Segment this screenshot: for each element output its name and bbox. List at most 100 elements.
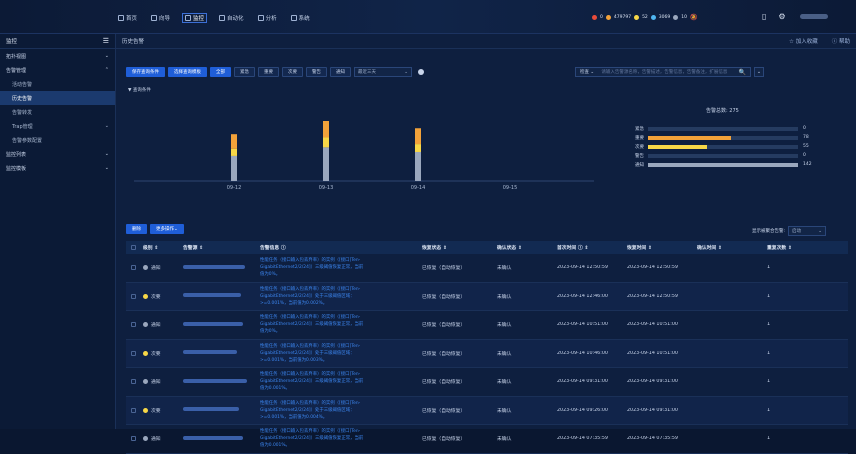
- column-source[interactable]: 告警源 ⇕: [180, 244, 257, 251]
- redacted-source[interactable]: [183, 321, 243, 326]
- row-checkbox[interactable]: [130, 350, 136, 356]
- alarm-info-link[interactable]: 性能任务（接口输入包丢弃率）的实例（[接口]Ten- GigabitEtherne…: [257, 428, 419, 449]
- sidebar-item-alarm-params[interactable]: 告警参数配置: [0, 133, 115, 147]
- query-conditions-toggle[interactable]: ▼ 查询条件: [128, 87, 151, 93]
- nav-monitor[interactable]: 监控: [182, 13, 208, 23]
- alarm-status-counters[interactable]: 0 479797 52 3069 10 🔕: [592, 14, 697, 21]
- row-checkbox[interactable]: [130, 407, 136, 413]
- legend-value: 142: [803, 162, 812, 167]
- table-row[interactable]: 次要 性能任务（接口输入包丢弃率）的实例（[接口]Ten- GigabitEther…: [126, 339, 848, 368]
- nav-system[interactable]: 系统: [289, 13, 312, 23]
- redacted-source[interactable]: [183, 350, 237, 355]
- nav-home[interactable]: 首页: [116, 13, 139, 23]
- help-question-icon[interactable]: [418, 69, 424, 75]
- more-actions-button[interactable]: 更多操作 ⌄: [150, 224, 184, 234]
- help-link[interactable]: ⓘ 帮助: [832, 37, 850, 45]
- notice-count: 10: [681, 15, 687, 20]
- bar-segment-09-12[interactable]: [231, 134, 237, 149]
- row-checkbox[interactable]: [130, 322, 136, 328]
- save-query-button[interactable]: 保存查询条件: [126, 67, 165, 77]
- time-range-select[interactable]: 最近三天 ⌄: [354, 67, 412, 77]
- sidebar-item-trap[interactable]: Trap管理 ⌄: [0, 119, 115, 133]
- table-row[interactable]: 次要 性能任务（接口输入包丢弃率）的实例（[接口]Ten- GigabitEther…: [126, 282, 848, 311]
- alarm-info-link[interactable]: 性能任务（接口输入包丢弃率）的实例（[接口]Ten- GigabitEtherne…: [257, 343, 419, 364]
- sidebar-item-alarm-forward[interactable]: 告警转发: [0, 105, 115, 119]
- sidebar-item-monitor-template[interactable]: 监控模板 ⌄: [0, 161, 115, 175]
- collapse-menu-icon[interactable]: ☰: [103, 37, 109, 45]
- row-checkbox[interactable]: [130, 293, 136, 299]
- table-row[interactable]: 通知 性能任务（接口输入包丢弃率）的实例（[接口]Ten- GigabitEther…: [126, 311, 848, 340]
- severity-all-button[interactable]: 全部: [210, 67, 231, 77]
- bar-segment-09-13[interactable]: [323, 147, 329, 181]
- search-icon[interactable]: 🔍: [739, 69, 746, 76]
- column-info[interactable]: 告警信息 ⓘ: [257, 244, 419, 251]
- table-row[interactable]: 通知 性能任务（接口输入包丢弃率）的实例（[接口]Ten- GigabitEther…: [126, 368, 848, 397]
- table-row[interactable]: 通知 性能任务（接口输入包丢弃率）的实例（[接口]Ten- GigabitEther…: [126, 425, 848, 454]
- search-scope-select[interactable]: 检查 ⌄: [580, 69, 594, 75]
- delete-button[interactable]: 删除: [126, 224, 147, 234]
- checkbox[interactable]: [130, 245, 136, 250]
- bar-segment-09-14[interactable]: [415, 151, 421, 181]
- column-recovery-time[interactable]: 恢复时间 ⇕: [624, 244, 694, 251]
- alarm-info-line: 性能任务（接口输入包丢弃率）的实例（[接口]Ten-: [260, 429, 361, 435]
- add-favorite-link[interactable]: ☆ 加入收藏: [789, 37, 818, 45]
- aggregate-select[interactable]: 启动 ⌄: [788, 226, 827, 236]
- legend-row: 次要 55: [624, 142, 844, 151]
- gear-icon[interactable]: ⚙: [778, 12, 785, 21]
- table-row[interactable]: 通知 性能任务（接口输入包丢弃率）的实例（[接口]Ten- GigabitEther…: [126, 254, 848, 283]
- recovery-time: 2023-09-14 12:50:59: [627, 293, 678, 299]
- redacted-source[interactable]: [183, 293, 241, 298]
- column-recovery-status[interactable]: 恢复状态 ⇕: [419, 244, 494, 251]
- severity-notice-button[interactable]: 通知: [330, 67, 351, 77]
- sidebar-item-topology[interactable]: 拓扑视图 ⌄: [0, 49, 115, 63]
- row-checkbox[interactable]: [130, 265, 136, 271]
- sidebar-item-alarm-management[interactable]: 告警管理 ⌃: [0, 63, 115, 77]
- bar-segment-09-13[interactable]: [323, 137, 329, 148]
- select-all-checkbox[interactable]: [126, 245, 140, 250]
- repeat-count: 1: [767, 322, 771, 328]
- alarm-info-link[interactable]: 性能任务（接口输入包丢弃率）的实例（[接口]Ten- GigabitEtherne…: [257, 314, 419, 335]
- row-checkbox[interactable]: [130, 436, 136, 442]
- column-ack-status[interactable]: 确认状态 ⇕: [494, 244, 554, 251]
- document-icon[interactable]: ▯: [762, 12, 766, 21]
- major-dot-icon: [605, 15, 611, 20]
- alarm-info-link[interactable]: 性能任务（接口输入包丢弃率）的实例（[接口]Ten- GigabitEtherne…: [257, 257, 419, 278]
- nav-guide[interactable]: 向导: [149, 13, 172, 23]
- alarm-info-link[interactable]: 性能任务（接口输入包丢弃率）的实例（[接口]Ten- GigabitEtherne…: [257, 371, 419, 392]
- nav-automation[interactable]: 自动化: [217, 13, 246, 23]
- bar-segment-09-12[interactable]: [231, 155, 237, 181]
- user-menu[interactable]: [799, 14, 828, 19]
- redacted-source[interactable]: [183, 378, 247, 383]
- bar-segment-09-12[interactable]: [231, 148, 237, 156]
- column-severity[interactable]: 级别 ⇕: [140, 244, 180, 251]
- expand-search-button[interactable]: ⌄: [754, 67, 764, 77]
- severity-major-button[interactable]: 重要: [258, 67, 279, 77]
- search-scope-value: 检查: [580, 70, 589, 75]
- query-template-button[interactable]: 选择查询模板: [168, 67, 207, 77]
- bar-segment-09-13[interactable]: [323, 121, 329, 138]
- search-input[interactable]: 检查 ⌄ 请输入告警源名称，告警描述，告警信息，告警备注，扩展信息 🔍: [575, 67, 751, 77]
- sidebar-item-active-alarms[interactable]: 活动告警: [0, 77, 115, 91]
- bar-segment-09-14[interactable]: [415, 144, 421, 152]
- redacted-source[interactable]: [183, 264, 245, 269]
- bar-segment-09-14[interactable]: [415, 128, 421, 145]
- sidebar-item-label: 监控模板: [6, 165, 27, 172]
- mute-icon[interactable]: 🔕: [690, 14, 697, 21]
- sidebar-item-history-alarms[interactable]: 历史告警: [0, 91, 115, 105]
- nav-analysis[interactable]: 分析: [256, 13, 279, 23]
- alarm-info-link[interactable]: 性能任务（接口输入包丢弃率）的实例（[接口]Ten- GigabitEtherne…: [257, 400, 419, 421]
- monitor-icon: [185, 15, 192, 21]
- severity-warning-button[interactable]: 警告: [306, 67, 327, 77]
- column-ack-time[interactable]: 确认时间 ⇕: [694, 244, 764, 251]
- redacted-source[interactable]: [183, 407, 239, 412]
- row-checkbox[interactable]: [130, 379, 136, 385]
- redacted-source[interactable]: [183, 435, 243, 440]
- table-row[interactable]: 次要 性能任务（接口输入包丢弃率）的实例（[接口]Ten- GigabitEther…: [126, 396, 848, 425]
- sidebar-item-monitor-list[interactable]: 监控列表 ⌄: [0, 147, 115, 161]
- severity-critical-button[interactable]: 紧急: [234, 67, 255, 77]
- severity-minor-button[interactable]: 次要: [282, 67, 303, 77]
- alarm-info-link[interactable]: 性能任务（接口输入包丢弃率）的实例（[接口]Ten- GigabitEtherne…: [257, 286, 419, 307]
- column-repeat-count[interactable]: 重复次数 ⇕: [764, 244, 848, 251]
- source-cell: [180, 264, 257, 271]
- column-first-time[interactable]: 首次时间 ⓘ ⇕: [554, 244, 624, 251]
